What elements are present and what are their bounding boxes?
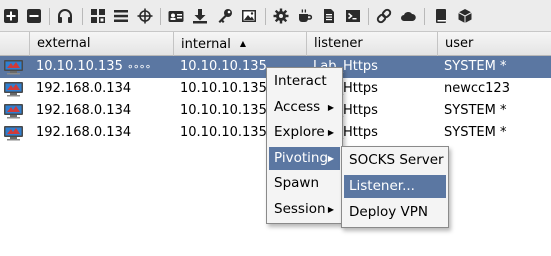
session-context-menu: Interact Access ▶ Explore ▶ Pivoting ▶ Spaw…	[266, 67, 343, 224]
screenshot-image-icon[interactable]	[240, 7, 258, 25]
submenu-arrow-icon: ▶	[327, 128, 334, 137]
book-icon[interactable]	[432, 7, 450, 25]
console-icon[interactable]	[344, 7, 362, 25]
user-name: SYSTEM *	[444, 59, 507, 74]
menu-item-pivoting[interactable]: Pivoting ▶	[269, 147, 340, 170]
target-crosshair-icon[interactable]	[136, 7, 154, 25]
coffee-icon[interactable]	[296, 7, 314, 25]
menu-item-interact[interactable]: Interact	[269, 70, 340, 93]
sort-ascending-icon: ▲	[239, 39, 247, 48]
menu-item-deploy-vpn[interactable]: Deploy VPN	[344, 201, 446, 224]
link-chain-indicator: ∘∘∘∘	[126, 60, 152, 73]
menu-item-socks-server[interactable]: SOCKS Server	[344, 149, 446, 172]
cloud-icon[interactable]	[399, 7, 417, 25]
menu-item-explore[interactable]: Explore ▶	[269, 121, 340, 144]
headphones-icon[interactable]	[56, 7, 74, 25]
session-list-icon[interactable]	[112, 7, 130, 25]
pivoting-submenu: SOCKS Server Listener... Deploy VPN	[341, 146, 449, 228]
column-header-listener[interactable]: listener	[306, 32, 437, 56]
column-header-external[interactable]: external	[29, 32, 173, 56]
pivot-graph-icon[interactable]	[89, 7, 107, 25]
link-icon[interactable]	[375, 7, 393, 25]
document-icon[interactable]	[320, 7, 338, 25]
cube-icon[interactable]	[456, 7, 474, 25]
beacon-session-icon	[3, 81, 24, 97]
credentials-icon[interactable]	[167, 7, 185, 25]
key-icon[interactable]	[216, 7, 234, 25]
add-icon[interactable]	[2, 7, 20, 25]
toolbar-separator	[49, 8, 50, 25]
menu-item-spawn[interactable]: Spawn	[269, 172, 340, 195]
submenu-arrow-icon: ▶	[327, 103, 334, 112]
menu-item-access[interactable]: Access ▶	[269, 96, 340, 119]
column-header-internal[interactable]: internal ▲	[173, 32, 306, 56]
beacon-session-icon	[3, 125, 24, 141]
toolbar	[0, 0, 551, 32]
user-name: SYSTEM *	[444, 125, 507, 140]
remove-icon[interactable]	[25, 7, 43, 25]
submenu-arrow-icon: ▶	[327, 205, 334, 214]
external-ip: 192.168.0.134	[36, 125, 132, 140]
external-ip: 192.168.0.134	[36, 103, 132, 118]
toolbar-separator	[265, 8, 266, 25]
user-name: newcc123	[444, 81, 510, 96]
column-header-user[interactable]: user	[437, 32, 551, 56]
external-ip: 10.10.10.135	[36, 59, 123, 74]
column-header-icon[interactable]	[0, 32, 29, 56]
beacon-session-icon	[3, 103, 24, 119]
download-icon[interactable]	[191, 7, 209, 25]
gear-icon[interactable]	[272, 7, 290, 25]
toolbar-separator	[424, 8, 425, 25]
table-header: external internal ▲ listener user	[0, 32, 551, 56]
toolbar-separator	[368, 8, 369, 25]
external-ip: 192.168.0.134	[36, 81, 132, 96]
toolbar-separator	[82, 8, 83, 25]
toolbar-separator	[160, 8, 161, 25]
user-name: SYSTEM *	[444, 103, 507, 118]
menu-item-listener[interactable]: Listener...	[344, 175, 446, 198]
beacon-session-icon	[3, 59, 24, 75]
submenu-arrow-icon: ▶	[327, 154, 334, 163]
menu-item-session[interactable]: Session ▶	[269, 198, 340, 221]
